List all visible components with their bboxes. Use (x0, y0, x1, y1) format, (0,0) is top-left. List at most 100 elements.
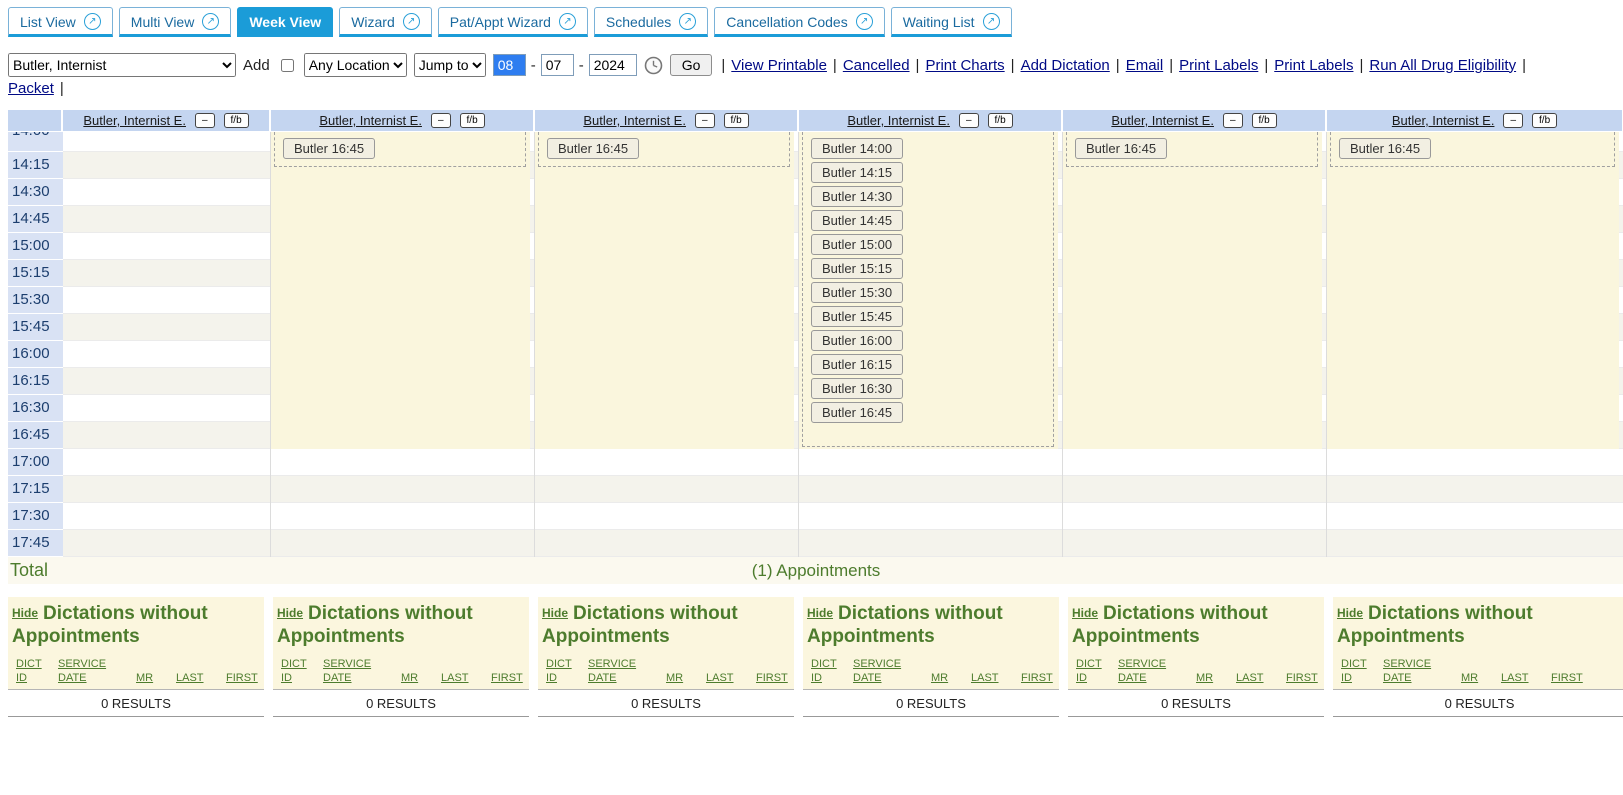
appointment-slot-button[interactable]: Butler 16:45 (283, 138, 375, 159)
time-slot-cell[interactable] (799, 530, 1062, 557)
tab-schedules[interactable]: Schedules↗ (594, 7, 708, 37)
sort-first[interactable]: FIRST (226, 671, 258, 685)
link-view-printable[interactable]: View Printable (731, 57, 827, 74)
time-slot-cell[interactable] (1063, 530, 1326, 557)
time-slot-cell[interactable] (63, 152, 270, 179)
time-slot-cell[interactable] (63, 287, 270, 314)
provider-column-link[interactable]: Butler, Internist E. (583, 113, 686, 128)
sort-last[interactable]: LAST (1501, 671, 1551, 685)
time-slot-cell[interactable] (271, 503, 534, 530)
sort-date[interactable]: DATE (1118, 671, 1196, 685)
provider-column-link[interactable]: Butler, Internist E. (83, 113, 186, 128)
time-slot-cell[interactable] (1327, 530, 1623, 557)
sort-date[interactable]: DATE (1383, 671, 1461, 685)
fb-button[interactable]: f/b (1252, 113, 1277, 128)
link-print-charts[interactable]: Print Charts (925, 57, 1004, 74)
link-run-all-drug-eligibility[interactable]: Run All Drug Eligibility (1369, 57, 1516, 74)
sort-last[interactable]: LAST (441, 671, 491, 685)
sort-first[interactable]: FIRST (491, 671, 523, 685)
hide-link[interactable]: Hide (542, 606, 568, 620)
appointment-slot-button[interactable]: Butler 15:45 (811, 306, 903, 327)
sort-dict-id[interactable]: DICT (546, 657, 588, 671)
time-slot-cell[interactable] (1327, 503, 1623, 530)
sort-dict-id[interactable]: DICT (1341, 657, 1383, 671)
time-slot-cell[interactable] (63, 233, 270, 260)
sort-date[interactable]: DATE (853, 671, 931, 685)
open-view-icon[interactable]: ↗ (856, 13, 873, 30)
hide-link[interactable]: Hide (12, 606, 38, 620)
sort-id[interactable]: ID (281, 671, 323, 685)
time-slot-cell[interactable] (63, 179, 270, 206)
tab-cancellation-codes[interactable]: Cancellation Codes↗ (714, 7, 884, 37)
appointment-slot-button[interactable]: Butler 14:00 (811, 138, 903, 159)
link-email[interactable]: Email (1126, 57, 1164, 74)
tab-multi-view[interactable]: Multi View↗ (119, 7, 232, 37)
time-slot-cell[interactable] (63, 449, 270, 476)
collapse-column-button[interactable]: – (695, 113, 715, 128)
sort-dict-id[interactable]: DICT (281, 657, 323, 671)
link-print-labels[interactable]: Print Labels (1274, 57, 1353, 74)
collapse-column-button[interactable]: – (431, 113, 451, 128)
sort-first[interactable]: FIRST (1286, 671, 1318, 685)
time-slot-cell[interactable] (799, 449, 1062, 476)
sort-service-date[interactable]: SERVICE (323, 657, 401, 671)
time-slot-cell[interactable] (1063, 476, 1326, 503)
sort-id[interactable]: ID (16, 671, 58, 685)
clock-icon[interactable] (644, 56, 663, 75)
time-slot-cell[interactable] (63, 503, 270, 530)
tab-wizard[interactable]: Wizard↗ (339, 7, 432, 37)
sort-mr[interactable]: MR (666, 671, 706, 685)
appointment-slot-button[interactable]: Butler 16:30 (811, 378, 903, 399)
sort-date[interactable]: DATE (588, 671, 666, 685)
sort-id[interactable]: ID (1076, 671, 1118, 685)
time-slot-cell[interactable] (63, 341, 270, 368)
time-slot-cell[interactable] (1327, 476, 1623, 503)
time-slot-cell[interactable] (63, 260, 270, 287)
time-slot-cell[interactable] (535, 503, 798, 530)
location-select[interactable]: Any Location (304, 53, 407, 77)
hide-link[interactable]: Hide (807, 606, 833, 620)
link-print-labels[interactable]: Print Labels (1179, 57, 1258, 74)
open-view-icon[interactable]: ↗ (559, 13, 576, 30)
add-checkbox[interactable] (281, 59, 294, 72)
sort-last[interactable]: LAST (971, 671, 1021, 685)
time-slot-cell[interactable] (535, 530, 798, 557)
provider-column-link[interactable]: Butler, Internist E. (1392, 113, 1495, 128)
fb-button[interactable]: f/b (1532, 113, 1557, 128)
fb-button[interactable]: f/b (460, 113, 485, 128)
appointment-slot-button[interactable]: Butler 16:45 (811, 402, 903, 423)
sort-service-date[interactable]: SERVICE (1383, 657, 1461, 671)
sort-date[interactable]: DATE (323, 671, 401, 685)
fb-button[interactable]: f/b (724, 113, 749, 128)
open-view-icon[interactable]: ↗ (202, 13, 219, 30)
sort-dict-id[interactable]: DICT (811, 657, 853, 671)
time-slot-cell[interactable] (63, 132, 270, 152)
time-slot-cell[interactable] (535, 449, 798, 476)
sort-last[interactable]: LAST (706, 671, 756, 685)
tab-pat-appt-wizard[interactable]: Pat/Appt Wizard↗ (438, 7, 588, 37)
jumpto-select[interactable]: Jump to (414, 53, 486, 77)
sort-mr[interactable]: MR (1196, 671, 1236, 685)
time-slot-cell[interactable] (271, 449, 534, 476)
hide-link[interactable]: Hide (1072, 606, 1098, 620)
sort-mr[interactable]: MR (1461, 671, 1501, 685)
collapse-column-button[interactable]: – (1223, 113, 1243, 128)
collapse-column-button[interactable]: – (195, 113, 215, 128)
time-slot-cell[interactable] (63, 395, 270, 422)
link-cancelled[interactable]: Cancelled (843, 57, 910, 74)
sort-dict-id[interactable]: DICT (16, 657, 58, 671)
sort-date[interactable]: DATE (58, 671, 136, 685)
time-slot-cell[interactable] (63, 422, 270, 449)
time-slot-cell[interactable] (271, 530, 534, 557)
appointment-slot-button[interactable]: Butler 16:00 (811, 330, 903, 351)
appointment-slot-button[interactable]: Butler 14:45 (811, 210, 903, 231)
date-day-input[interactable] (541, 54, 574, 76)
sort-id[interactable]: ID (1341, 671, 1383, 685)
sort-first[interactable]: FIRST (756, 671, 788, 685)
sort-last[interactable]: LAST (176, 671, 226, 685)
time-slot-cell[interactable] (63, 476, 270, 503)
hide-link[interactable]: Hide (277, 606, 303, 620)
fb-button[interactable]: f/b (988, 113, 1013, 128)
tab-waiting-list[interactable]: Waiting List↗ (891, 7, 1012, 37)
sort-service-date[interactable]: SERVICE (588, 657, 666, 671)
